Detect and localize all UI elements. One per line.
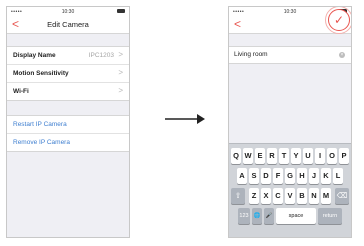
key[interactable]: K xyxy=(321,168,331,184)
shift-key[interactable]: ⇧ xyxy=(231,188,245,204)
key[interactable]: U xyxy=(303,148,313,164)
key[interactable]: N xyxy=(309,188,319,204)
key[interactable]: A xyxy=(237,168,247,184)
restart-camera-button[interactable]: Restart IP Camera xyxy=(7,116,129,134)
status-time: 10:30 xyxy=(61,9,75,15)
key[interactable]: Y xyxy=(291,148,301,164)
row-display-name[interactable]: Display Name IPC1203 > xyxy=(7,47,129,65)
return-key[interactable]: return xyxy=(318,208,342,224)
key[interactable]: C xyxy=(273,188,283,204)
key[interactable]: P xyxy=(339,148,349,164)
confirm-check-button[interactable]: ✓ xyxy=(328,9,350,31)
space-key[interactable]: space xyxy=(276,208,316,224)
key[interactable]: J xyxy=(309,168,319,184)
key[interactable]: G xyxy=(285,168,295,184)
chevron-right-icon: > xyxy=(118,68,123,77)
rename-camera-screen: ••••• 10:30 < ✓ Living room × QWERTYUIOP… xyxy=(228,6,352,238)
row-label: Motion Sensitivity xyxy=(13,70,69,77)
input-value: Living room xyxy=(234,51,268,58)
key[interactable]: B xyxy=(297,188,307,204)
row-wifi[interactable]: Wi-Fi > xyxy=(7,83,129,100)
actions-group: Restart IP Camera Remove IP Camera xyxy=(7,115,129,152)
key[interactable]: D xyxy=(261,168,271,184)
delete-key[interactable]: ⌫ xyxy=(335,188,349,204)
chevron-right-icon: > xyxy=(118,50,123,59)
numbers-key[interactable]: 123 xyxy=(238,208,250,224)
key[interactable]: W xyxy=(243,148,253,164)
row-value: IPC1203 xyxy=(88,52,114,59)
key[interactable]: Q xyxy=(231,148,241,164)
keyboard: QWERTYUIOP ASDFGHJKL ⇧ ZXCVBNM ⌫ 123 🌐 🎤… xyxy=(229,143,351,237)
battery-icon xyxy=(117,9,125,13)
key[interactable]: R xyxy=(267,148,277,164)
nav-bar: < Edit Camera xyxy=(7,16,129,34)
key[interactable]: H xyxy=(297,168,307,184)
row-label: Display Name xyxy=(13,52,56,59)
row-label: Wi-Fi xyxy=(13,88,29,95)
key[interactable]: S xyxy=(249,168,259,184)
status-bar: ••••• 10:30 xyxy=(7,7,129,16)
edit-camera-screen: ••••• 10:30 < Edit Camera Display Name I… xyxy=(6,6,130,238)
key[interactable]: L xyxy=(333,168,343,184)
row-motion-sensitivity[interactable]: Motion Sensitivity > xyxy=(7,65,129,83)
action-label: Remove IP Camera xyxy=(13,139,70,146)
clear-icon[interactable]: × xyxy=(339,52,345,58)
key[interactable]: X xyxy=(261,188,271,204)
key[interactable]: E xyxy=(255,148,265,164)
action-label: Restart IP Camera xyxy=(13,121,67,128)
mic-icon[interactable]: 🎤 xyxy=(264,208,274,224)
key[interactable]: Z xyxy=(249,188,259,204)
page-title: Edit Camera xyxy=(47,20,89,29)
key[interactable]: V xyxy=(285,188,295,204)
key[interactable]: F xyxy=(273,168,283,184)
key[interactable]: M xyxy=(321,188,331,204)
key[interactable]: O xyxy=(327,148,337,164)
settings-group: Display Name IPC1203 > Motion Sensitivit… xyxy=(7,46,129,101)
arrow-right-icon xyxy=(164,112,206,126)
key[interactable]: T xyxy=(279,148,289,164)
key[interactable]: I xyxy=(315,148,325,164)
remove-camera-button[interactable]: Remove IP Camera xyxy=(7,134,129,151)
back-chevron-icon[interactable]: < xyxy=(234,17,241,31)
chevron-right-icon: > xyxy=(118,86,123,95)
camera-name-input[interactable]: Living room × xyxy=(229,46,351,64)
globe-icon[interactable]: 🌐 xyxy=(252,208,262,224)
